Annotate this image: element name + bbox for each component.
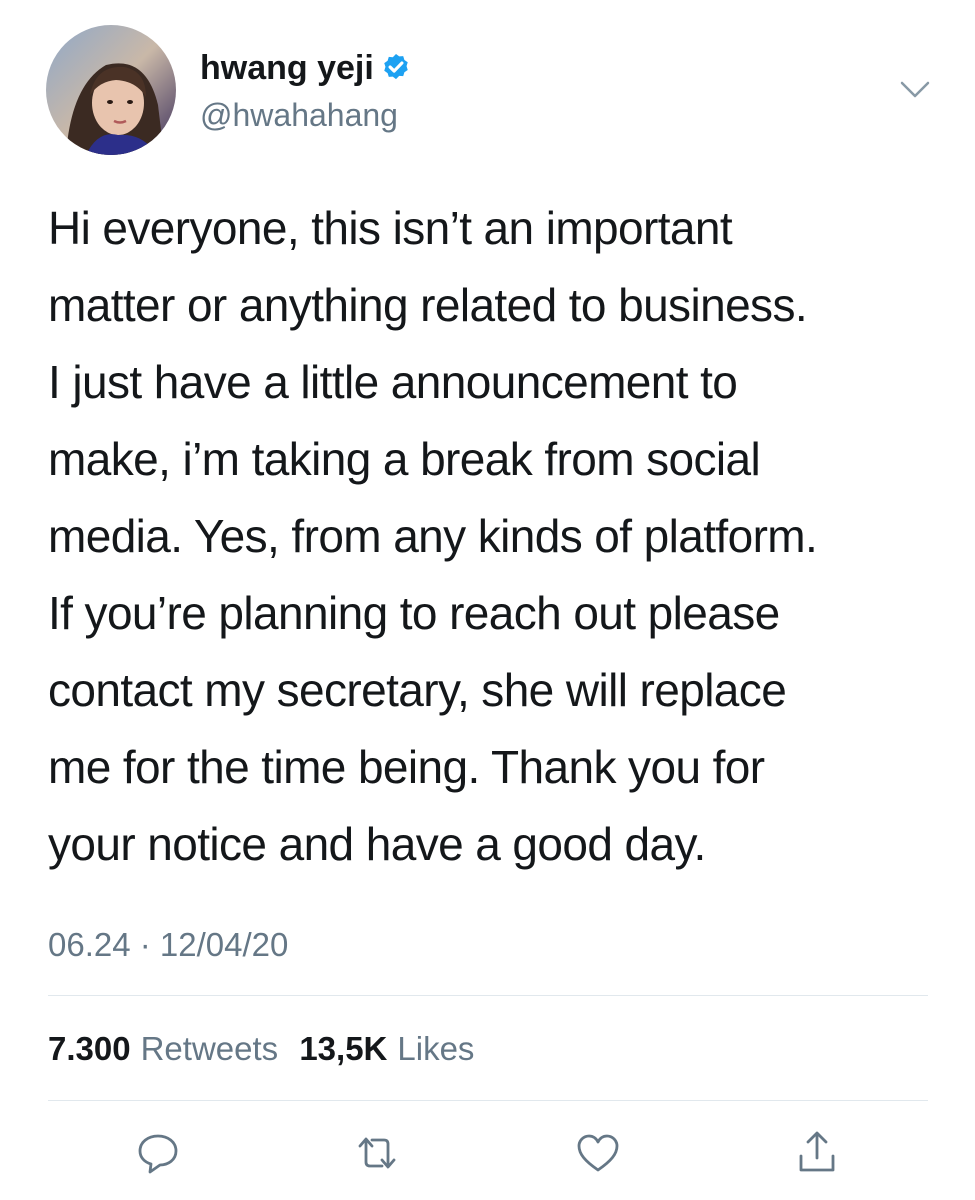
retweets-label: Retweets — [140, 1030, 279, 1067]
reply-icon — [138, 1134, 178, 1174]
display-name-text: hwang yeji — [200, 49, 374, 87]
profile-photo-icon — [46, 25, 176, 155]
tweet-text-line: your notice and have a good day. — [48, 818, 706, 870]
likes-label: Likes — [397, 1030, 475, 1067]
share-button[interactable] — [792, 1128, 842, 1178]
chevron-down-icon — [900, 81, 930, 98]
tweet-text: Hi everyone, this isn’t an important mat… — [48, 190, 948, 883]
avatar[interactable] — [46, 25, 176, 155]
reply-button[interactable] — [133, 1128, 183, 1178]
tweet-text-line: matter or anything related to business. — [48, 279, 808, 331]
likes-count: 13,5K — [299, 1030, 388, 1067]
retweets-count: 7.300 — [48, 1030, 131, 1067]
tweet-text-line: contact my secretary, she will replace — [48, 664, 787, 716]
retweet-button[interactable] — [352, 1128, 402, 1178]
likes-link[interactable]: 13,5K Likes — [299, 1030, 486, 1067]
tweet-timestamp[interactable]: 06.24 · 12/04/20 — [48, 920, 288, 970]
engagement-stats: 7.300 Retweets 13,5K Likes — [48, 1024, 486, 1074]
user-handle[interactable]: @hwahahang — [200, 96, 398, 134]
tweet-text-line: I just have a little announcement to — [48, 356, 738, 408]
display-name[interactable]: hwang yeji — [200, 48, 412, 88]
tweet-text-line: me for the time being. Thank you for — [48, 741, 765, 793]
more-options-button[interactable] — [898, 78, 932, 102]
tweet-text-line: Hi everyone, this isn’t an important — [48, 202, 733, 254]
retweets-link[interactable]: 7.300 Retweets — [48, 1030, 299, 1067]
tweet-text-line: make, i’m taking a break from social — [48, 433, 761, 485]
retweet-icon — [358, 1137, 396, 1169]
tweet-text-line: media. Yes, from any kinds of platform. — [48, 510, 818, 562]
share-icon — [799, 1131, 835, 1172]
tweet-text-line: If you’re planning to reach out please — [48, 587, 780, 639]
divider — [48, 1100, 928, 1101]
like-icon — [577, 1134, 619, 1172]
divider — [48, 995, 928, 996]
verified-badge-icon — [384, 54, 408, 80]
like-button[interactable] — [573, 1128, 623, 1178]
